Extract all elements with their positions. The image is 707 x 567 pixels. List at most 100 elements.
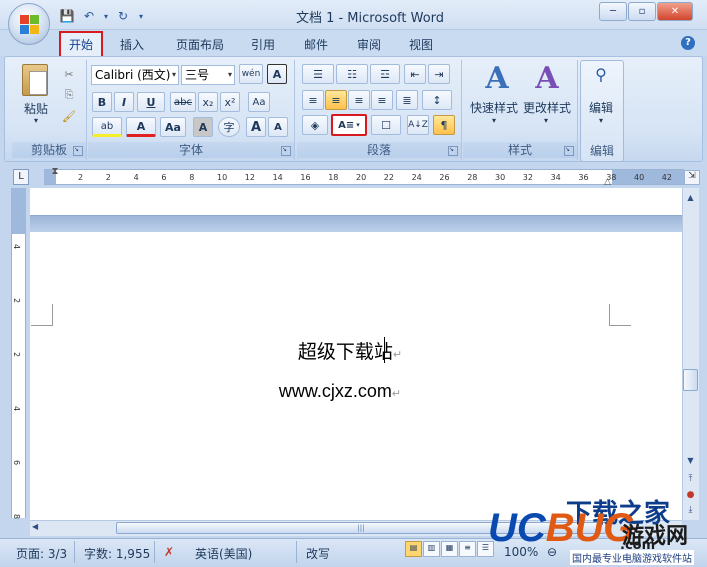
ruler-tick-label: 34 (550, 173, 561, 182)
borders-icon[interactable]: ☐ (371, 115, 401, 135)
line-spacing-icon[interactable]: ↕ (422, 90, 452, 110)
cut-icon[interactable]: ✂ (60, 64, 78, 84)
change-styles-icon[interactable]: A (527, 62, 567, 96)
line-1-text: 超级下载站 (297, 341, 393, 363)
styles-launcher-icon[interactable]: ↘ (564, 146, 574, 156)
scroll-left-icon[interactable]: ◀ (32, 522, 44, 534)
format-painter-icon[interactable]: 🖌 (60, 106, 78, 126)
tab-mailings[interactable]: 邮件 (296, 34, 336, 56)
align-right-icon[interactable]: ≡ (348, 90, 370, 110)
character-shading-icon[interactable]: A (193, 117, 213, 137)
vertical-ruler[interactable]: 4 2 2 4 6 8 (11, 188, 26, 519)
sort-icon[interactable]: A↓Z (407, 115, 429, 135)
previous-page-bottom[interactable] (30, 188, 682, 216)
undo-icon[interactable]: ↶ (80, 7, 98, 25)
overtype-mode[interactable]: 改写 (306, 545, 330, 562)
redo-icon[interactable]: ↻ (114, 7, 132, 25)
grow-font-icon[interactable]: A (246, 117, 266, 137)
indent-marker-icon[interactable]: ⧗ (49, 166, 61, 186)
justify-icon[interactable]: ≡ (371, 90, 393, 110)
tab-view[interactable]: 视图 (401, 34, 441, 56)
minimize-button[interactable]: ─ (599, 2, 627, 21)
save-icon[interactable]: 💾 (58, 7, 76, 25)
align-center-icon[interactable]: ≡ (325, 90, 347, 110)
horizontal-ruler[interactable]: 2246810121416182022242628303234363840424… (44, 169, 700, 185)
font-name-combo[interactable]: Calibri (西文) ▾ (91, 65, 179, 85)
vertical-scrollbar[interactable] (682, 188, 699, 520)
font-launcher-icon[interactable]: ↘ (281, 146, 291, 156)
tab-review[interactable]: 审阅 (349, 34, 389, 56)
change-case-icon[interactable]: Aa (160, 117, 186, 137)
tab-insert[interactable]: 插入 (112, 34, 152, 56)
quick-styles-label[interactable]: 快速样式 (468, 99, 520, 116)
font-size-combo[interactable]: 三号 ▾ (181, 65, 235, 85)
change-styles-label[interactable]: 更改样式 (520, 99, 574, 116)
outline-view-icon[interactable]: ≡ (459, 541, 476, 557)
tab-references[interactable]: 引用 (243, 34, 283, 56)
editing-button-label[interactable]: 编辑 (586, 99, 616, 116)
shrink-font-icon[interactable]: A (268, 117, 288, 137)
tab-home[interactable]: 开始 (59, 31, 103, 59)
distributed-icon[interactable]: ≣ (396, 90, 418, 110)
document-line-2[interactable]: www.cjxz.com↵ (220, 381, 460, 402)
chinese-layout-icon[interactable]: A≡ ▾ (331, 114, 367, 136)
decrease-indent-icon[interactable]: ⇤ (404, 64, 426, 84)
print-layout-view-icon[interactable]: ▤ (405, 541, 422, 557)
find-binoculars-icon[interactable]: ⚲ (590, 65, 612, 87)
styles-group-label: 样式 (463, 142, 577, 158)
paragraph-launcher-icon[interactable]: ↘ (448, 146, 458, 156)
editing-dropdown-icon[interactable]: ▾ (596, 116, 606, 125)
numbering-icon[interactable]: ☷ (336, 64, 368, 84)
close-button[interactable]: ✕ (657, 2, 693, 21)
tab-page-layout[interactable]: 页面布局 (168, 34, 232, 56)
vertical-scroll-thumb[interactable] (683, 369, 698, 391)
enclose-characters-icon[interactable]: 字 (218, 117, 240, 137)
bullets-icon[interactable]: ☰ (302, 64, 334, 84)
proofing-icon[interactable]: ✗ (164, 545, 174, 559)
scroll-down-icon[interactable]: ▼ (683, 456, 698, 468)
customize-qat-icon[interactable]: ▾ (136, 7, 146, 25)
document-page[interactable] (30, 232, 682, 520)
word-count[interactable]: 字数: 1,955 (84, 545, 150, 562)
copy-icon[interactable]: ⎘ (60, 85, 78, 105)
clear-formatting-icon[interactable]: Aa (248, 92, 270, 112)
quick-styles-dropdown-icon[interactable]: ▾ (489, 116, 499, 125)
maximize-button[interactable]: ▫ (628, 2, 656, 21)
increase-indent-icon[interactable]: ⇥ (428, 64, 450, 84)
previous-page-icon[interactable]: ⤒ (683, 472, 698, 486)
page-count[interactable]: 页面: 3/3 (16, 545, 67, 562)
superscript-button[interactable]: x² (220, 92, 240, 112)
subscript-button[interactable]: x₂ (198, 92, 218, 112)
office-logo-icon (20, 15, 40, 35)
full-screen-reading-icon[interactable]: ▥ (423, 541, 440, 557)
office-button[interactable] (8, 3, 50, 45)
show-marks-icon[interactable]: ¶ (433, 115, 455, 135)
strikethrough-button[interactable]: abc (170, 92, 196, 112)
undo-dropdown-icon[interactable]: ▾ (102, 7, 110, 25)
scroll-up-icon[interactable]: ▲ (683, 190, 698, 206)
paste-icon[interactable] (22, 64, 48, 96)
bold-button[interactable]: B (92, 92, 112, 112)
language-status[interactable]: 英语(美国) (195, 545, 252, 562)
paste-dropdown-icon[interactable]: ▾ (30, 116, 42, 125)
change-styles-dropdown-icon[interactable]: ▾ (541, 116, 551, 125)
underline-button[interactable]: U (137, 92, 165, 112)
multilevel-list-icon[interactable]: ☲ (370, 64, 400, 84)
align-left-icon[interactable]: ≡ (302, 90, 324, 110)
character-border-icon[interactable]: A (267, 64, 287, 84)
tab-selector-button[interactable]: L (13, 169, 29, 185)
document-line-1[interactable]: 超级下载站↵ (240, 337, 460, 364)
quick-styles-icon[interactable]: A (477, 62, 517, 96)
text-highlight-icon[interactable]: ab (92, 117, 122, 137)
italic-button[interactable]: I (114, 92, 134, 112)
view-ruler-icon[interactable]: ⇲ (684, 170, 700, 185)
shading-icon[interactable]: ◈ (302, 115, 328, 135)
phonetic-guide-icon[interactable]: wén (239, 64, 263, 84)
right-indent-marker-icon[interactable]: △ (604, 177, 614, 187)
font-color-icon[interactable]: A (126, 117, 156, 137)
ruler-tick-label: 40 (634, 173, 645, 182)
help-icon[interactable]: ? (681, 36, 695, 50)
clipboard-launcher-icon[interactable]: ↘ (73, 146, 83, 156)
paste-button-label[interactable]: 粘贴 (20, 100, 52, 117)
web-layout-icon[interactable]: ▦ (441, 541, 458, 557)
